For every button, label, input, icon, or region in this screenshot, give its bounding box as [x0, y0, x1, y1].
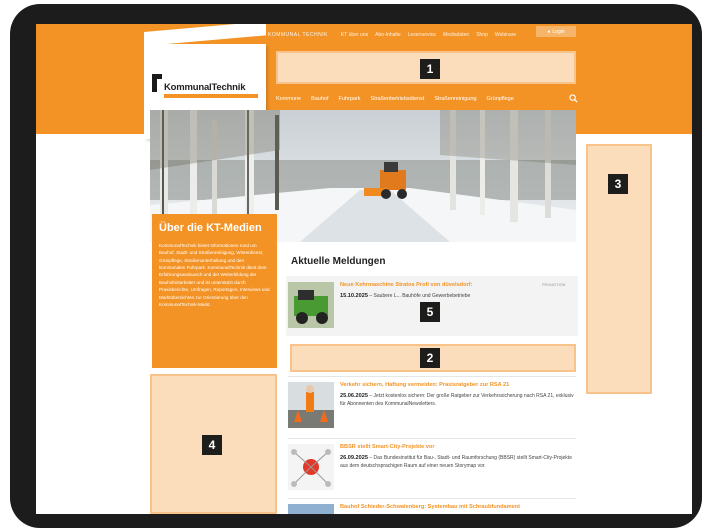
news-text-2: – Jetzt kostenlos sichern: Der große Rat… — [340, 393, 574, 407]
news-title-3[interactable]: BBSR stellt Smart-City-Projekte vor — [340, 444, 435, 450]
badge-1: 1 — [420, 59, 440, 79]
news-date-2: 25.06.2025 — [340, 393, 368, 399]
news-thumb-smartcity — [288, 444, 334, 490]
search-icon[interactable] — [569, 94, 578, 103]
tablet-device: KOMMUNAL TECHNIK KT über uns Abo-Inhalte… — [0, 0, 710, 532]
news-separator — [288, 438, 576, 439]
news-thumb-bauhof — [288, 504, 334, 514]
top-navigation: KOMMUNAL TECHNIK KT über uns Abo-Inhalte… — [268, 28, 516, 42]
topnav-item-shop[interactable]: Shop — [476, 32, 488, 38]
nav-item-strassenbetriebsdienst[interactable]: Straßenbetriebsdienst — [371, 96, 425, 102]
about-title: Über die KT-Medien — [159, 222, 262, 234]
logo-mark-icon — [152, 74, 162, 92]
news-item-4[interactable]: Bauhof Schieder-Schwalenberg: Systembau … — [288, 498, 578, 514]
badge-5: 5 — [420, 302, 440, 322]
news-item-2[interactable]: Verkehr sichern, Haftung vermeiden: Prax… — [288, 376, 578, 432]
topnav-item-webinare[interactable]: Webinare — [495, 32, 516, 38]
topnav-item-mediadaten[interactable]: Mediadaten — [443, 32, 469, 38]
topnav-item-leserservice[interactable]: Leserservice — [408, 32, 436, 38]
news-thumb-sweeper — [288, 282, 334, 328]
badge-4: 4 — [202, 435, 222, 455]
news-text-1: – Saubere L... Bauhöfe und Gewerbebetrie… — [369, 293, 471, 299]
news-text-3: – Das Bundesinstitut für Bau-, Stadt- un… — [340, 455, 572, 469]
news-separator — [288, 498, 576, 499]
nav-item-fuhrpark[interactable]: Fuhrpark — [339, 96, 361, 102]
news-date-3: 26.09.2025 — [340, 455, 368, 461]
logo-tagline-bar — [164, 94, 258, 98]
news-title-4[interactable]: Bauhof Schieder-Schwalenberg: Systembau … — [340, 504, 520, 510]
topnav-item-about[interactable]: KT über uns — [341, 32, 368, 38]
news-title-2[interactable]: Verkehr sichern, Haftung vermeiden: Prax… — [340, 382, 509, 388]
brand-small: KOMMUNAL TECHNIK — [268, 32, 328, 38]
nav-item-kommune[interactable]: Kommune — [276, 96, 301, 102]
logo-text: KommunalTechnik — [164, 82, 246, 93]
news-body-1: 15.10.2025 – Saubere L... Bauhöfe und Ge… — [340, 292, 576, 301]
news-thumb-traffic — [288, 382, 334, 428]
news-date-1: 15.10.2025 — [340, 293, 368, 299]
news-section-title: Aktuelle Meldungen — [291, 256, 386, 267]
nav-item-bauhof[interactable]: Bauhof — [311, 96, 328, 102]
badge-2: 2 — [420, 348, 440, 368]
user-icon: ● — [547, 28, 551, 35]
news-title-1[interactable]: Neue Kehrmaschine Stratos Profi von düve… — [340, 282, 472, 288]
news-item-3[interactable]: BBSR stellt Smart-City-Projekte vor 26.0… — [288, 438, 578, 494]
nav-item-strassenreinigung[interactable]: Straßenreinigung — [434, 96, 476, 102]
news-body-2: 25.06.2025 – Jetzt kostenlos sichern: De… — [340, 392, 576, 409]
login-button[interactable]: ● Login — [536, 26, 576, 37]
login-label: Login — [552, 28, 565, 35]
topnav-item-abo[interactable]: Abo-Inhalte — [375, 32, 401, 38]
badge-3: 3 — [608, 174, 628, 194]
about-box: Über die KT-Medien KommunalTechnik biete… — [152, 214, 277, 368]
promo-tag: PROMOTION — [542, 283, 566, 287]
nav-item-gruenpflege[interactable]: Grünpflege — [487, 96, 514, 102]
browser-screen: KOMMUNAL TECHNIK KT über uns Abo-Inhalte… — [36, 24, 692, 514]
news-separator — [288, 376, 576, 377]
about-text: KommunalTechnik bietet Informationen run… — [159, 243, 270, 307]
news-body-3: 26.09.2025 – Das Bundesinstitut für Bau-… — [340, 454, 576, 471]
main-navigation: Kommune Bauhof Fuhrpark Straßenbetriebsd… — [276, 96, 514, 102]
